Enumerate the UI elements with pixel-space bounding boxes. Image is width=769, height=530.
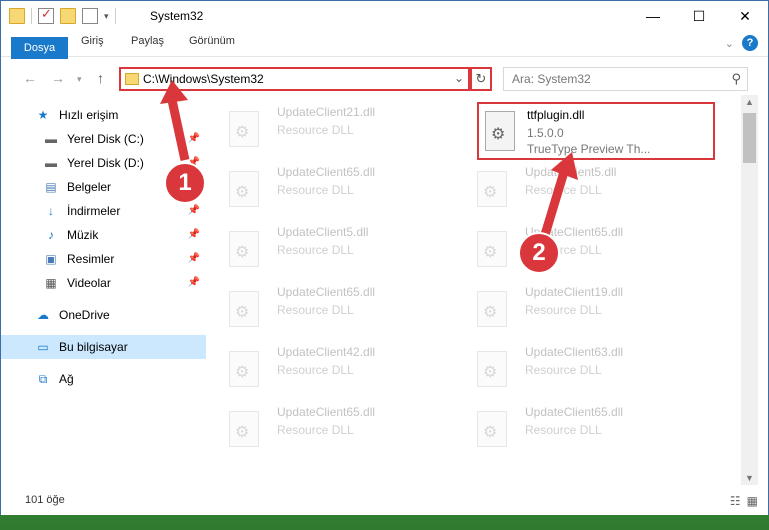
arrow-2-shaft	[539, 170, 569, 240]
step-1-marker: 1	[164, 162, 206, 204]
step-2-marker: 2	[518, 232, 560, 274]
arrow-1-head	[160, 80, 188, 104]
annotation-arrows	[160, 80, 578, 240]
arrow-1-shaft	[167, 99, 190, 161]
